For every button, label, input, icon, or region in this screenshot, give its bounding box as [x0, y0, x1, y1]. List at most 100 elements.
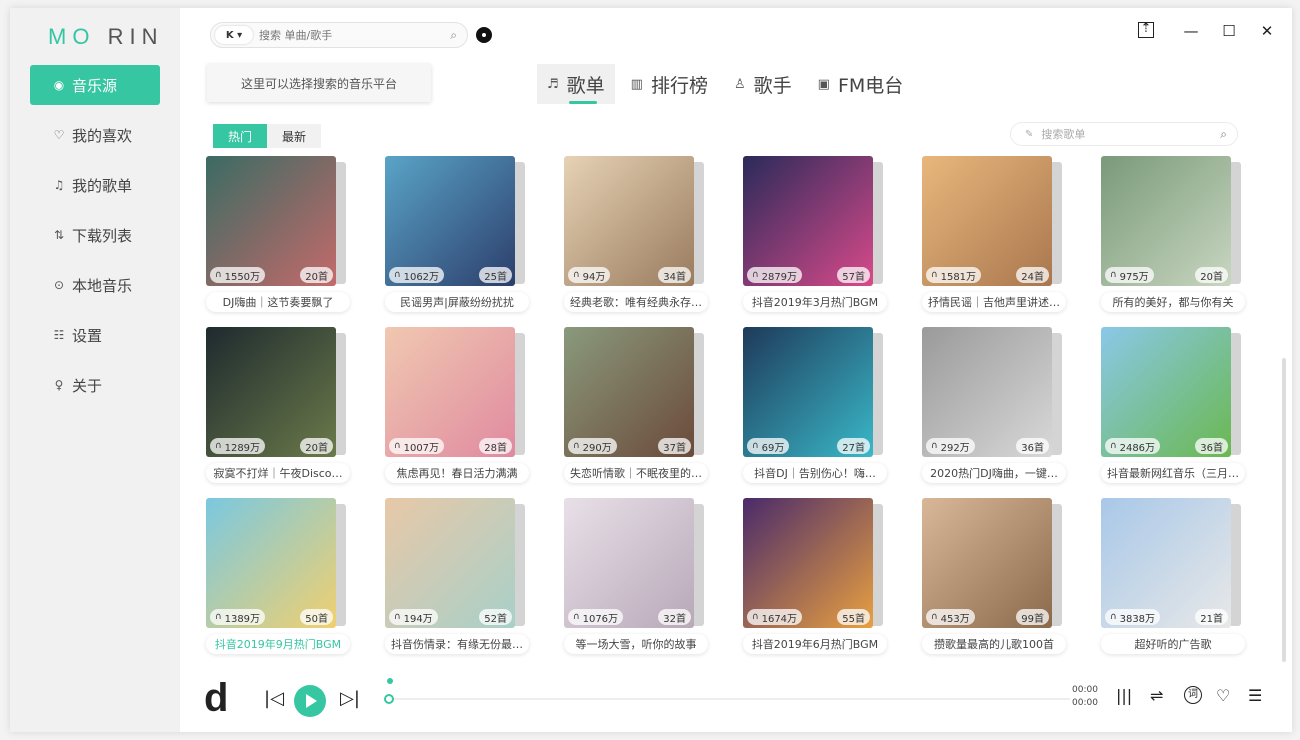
playlist-cover[interactable]: ∩ 290万 37首	[564, 327, 694, 457]
sidebar-item-1[interactable]: ♡ 我的喜欢	[30, 115, 160, 155]
playlist-card[interactable]: ∩ 1389万 50首抖音2019年9月热门BGM	[206, 498, 350, 654]
previous-icon[interactable]: |◁	[264, 688, 284, 709]
tab-1[interactable]: ▥ 排行榜	[621, 64, 718, 104]
playlist-card[interactable]: ∩ 1581万 24首 抒情民谣｜吉他声里讲述…	[922, 156, 1066, 312]
playlist-cover[interactable]: ∩ 1581万 24首	[922, 156, 1052, 286]
playlist-cover[interactable]: ∩ 2879万 57首	[743, 156, 873, 286]
sidebar-item-6[interactable]: ♀ 关于	[30, 365, 160, 405]
disc-icon[interactable]	[476, 27, 492, 43]
playlist-title[interactable]: 失恋听情歌｜不眠夜里的…	[564, 463, 708, 483]
playlist-title[interactable]: 2020热门DJ嗨曲，一键…	[922, 463, 1066, 483]
playlist-card[interactable]: ∩ 1076万 32首等一场大雪，听你的故事	[564, 498, 708, 654]
playlist-card[interactable]: ∩ 1674万 55首抖音2019年6月热门BGM	[743, 498, 887, 654]
tab-3[interactable]: ▣ FM电台	[808, 64, 914, 104]
play-count-badge: ∩ 1076万	[568, 609, 624, 625]
headphones-icon: ∩	[573, 270, 580, 280]
filter-new[interactable]: 最新	[267, 124, 321, 148]
sidebar-item-4[interactable]: ⊙ 本地音乐	[30, 265, 160, 305]
playlist-cover[interactable]: ∩ 292万 36首	[922, 327, 1052, 457]
playlist-title[interactable]: 抒情民谣｜吉他声里讲述…	[922, 292, 1066, 312]
sidebar-item-3[interactable]: ⇅ 下载列表	[30, 215, 160, 255]
playlist-queue-icon[interactable]: ☰	[1248, 686, 1262, 705]
playlist-card[interactable]: ∩ 975万 20首所有的美好，都与你有关	[1101, 156, 1245, 312]
playlist-cover[interactable]: ∩ 1007万 28首	[385, 327, 515, 457]
progress-knob[interactable]	[384, 694, 394, 704]
playlist-title[interactable]: 抖音DJ｜告别伤心！嗨…	[743, 463, 887, 483]
playlist-card[interactable]: ∩ 1062万 25首民谣男声|屏蔽纷纷扰扰	[385, 156, 529, 312]
playlist-title[interactable]: 所有的美好，都与你有关	[1101, 292, 1245, 312]
playlist-card[interactable]: ∩ 69万 27首抖音DJ｜告别伤心！嗨…	[743, 327, 887, 483]
playlist-title[interactable]: 等一场大雪，听你的故事	[564, 634, 708, 654]
playlist-cover[interactable]: ∩ 2486万 36首	[1101, 327, 1231, 457]
playlist-card[interactable]: ∩ 1007万 28首焦虑再见！春日活力满满	[385, 327, 529, 483]
heart-icon[interactable]: ♡	[1216, 686, 1230, 705]
play-count: 194万	[403, 613, 433, 625]
playlist-card[interactable]: ∩ 3838万 21首超好听的广告歌	[1101, 498, 1245, 654]
tab-0[interactable]: ♬ 歌单	[537, 64, 615, 104]
playlist-cover[interactable]: ∩ 94万 34首	[564, 156, 694, 286]
playlist-cover[interactable]: ∩ 1389万 50首	[206, 498, 336, 628]
playlist-cover[interactable]: ∩ 1674万 55首	[743, 498, 873, 628]
playlist-card[interactable]: ∩ 1550万 20首 DJ嗨曲｜这节奏要飘了	[206, 156, 350, 312]
disc-icon: ◉	[53, 78, 65, 92]
playlist-title[interactable]: 抖音2019年9月热门BGM	[206, 634, 350, 654]
playlist-cover[interactable]: ∩ 1550万 20首	[206, 156, 336, 286]
playlist-title[interactable]: 抖音2019年3月热门BGM	[743, 292, 887, 312]
playlist-cover[interactable]: ∩ 1076万 32首	[564, 498, 694, 628]
lyrics-button[interactable]: 词	[1184, 686, 1202, 704]
playlist-cover[interactable]: ∩ 453万 99首	[922, 498, 1052, 628]
filter-hot[interactable]: 热门	[213, 124, 267, 148]
sidebar-item-0[interactable]: ◉ 音乐源	[30, 65, 160, 105]
song-count-badge: 24首	[1016, 267, 1049, 283]
playlist-search[interactable]: ✎ 搜索歌单 ⌕	[1010, 122, 1238, 146]
playlist-card[interactable]: ∩ 2879万 57首抖音2019年3月热门BGM	[743, 156, 887, 312]
loop-icon[interactable]: ⇌	[1150, 686, 1163, 705]
playlist-title[interactable]: 民谣男声|屏蔽纷纷扰扰	[385, 292, 529, 312]
playlist-title[interactable]: 抖音最新网红音乐（三月…	[1101, 463, 1245, 483]
playlist-cover[interactable]: ∩ 69万 27首	[743, 327, 873, 457]
playlist-title[interactable]: DJ嗨曲｜这节奏要飘了	[206, 292, 350, 312]
playlist-cover[interactable]: ∩ 1289万 20首	[206, 327, 336, 457]
close-icon[interactable]: ✕	[1258, 22, 1276, 40]
waveform-icon[interactable]: |||	[1116, 686, 1132, 705]
play-count-badge: ∩ 1007万	[389, 438, 445, 454]
playlist-card[interactable]: ∩ 292万 36首 2020热门DJ嗨曲，一键…	[922, 327, 1066, 483]
minimize-icon[interactable]: —	[1182, 22, 1200, 40]
playlist-title[interactable]: 经典老歌：唯有经典永存…	[564, 292, 708, 312]
playlist-title[interactable]: 攒歌量最高的儿歌100首	[922, 634, 1066, 654]
platform-selector[interactable]: K ▾	[215, 26, 253, 44]
maximize-icon[interactable]: ☐	[1220, 22, 1238, 40]
playlist-card[interactable]: ∩ 1289万 20首寂寞不打烊｜午夜Disco…	[206, 327, 350, 483]
playlist-title[interactable]: 抖音2019年6月热门BGM	[743, 634, 887, 654]
sidebar-item-2[interactable]: ♫ 我的歌单	[30, 165, 160, 205]
playlist-title[interactable]: 焦虑再见！春日活力满满	[385, 463, 529, 483]
next-icon[interactable]: ▷|	[340, 688, 360, 709]
sidebar-nav: ◉ 音乐源 ♡ 我的喜欢 ♫ 我的歌单 ⇅ 下载列表 ⊙ 本地音乐 ☷ 设置 ♀ 关于	[30, 65, 160, 415]
search-icon[interactable]: ⌕	[1220, 127, 1227, 142]
playlist-card[interactable]: ∩ 194万 52首抖音伤情录：有缘无份最…	[385, 498, 529, 654]
pin-top-icon[interactable]: ⇡	[1138, 22, 1154, 38]
playlist-title[interactable]: 抖音伤情录：有缘无份最…	[385, 634, 529, 654]
sidebar-item-5[interactable]: ☷ 设置	[30, 315, 160, 355]
playlist-card[interactable]: ∩ 94万 34首经典老歌：唯有经典永存…	[564, 156, 708, 312]
headphones-icon: ∩	[752, 612, 759, 622]
play-button[interactable]	[294, 685, 326, 717]
search-input[interactable]	[259, 28, 429, 42]
tab-2[interactable]: ♙ 歌手	[724, 64, 802, 104]
playlist-cover[interactable]: ∩ 194万 52首	[385, 498, 515, 628]
playlist-title[interactable]: 寂寞不打烊｜午夜Disco…	[206, 463, 350, 483]
playlist-cover[interactable]: ∩ 975万 20首	[1101, 156, 1231, 286]
play-count: 1581万	[940, 271, 977, 283]
playlist-title[interactable]: 超好听的广告歌	[1101, 634, 1245, 654]
scrollbar[interactable]	[1282, 358, 1286, 662]
playlist-card[interactable]: ∩ 2486万 36首抖音最新网红音乐（三月…	[1101, 327, 1245, 483]
song-count-badge: 36首	[1016, 438, 1049, 454]
progress-bar[interactable]	[388, 698, 1070, 700]
playlist-card[interactable]: ∩ 290万 37首失恋听情歌｜不眠夜里的…	[564, 327, 708, 483]
playlist-card[interactable]: ∩ 453万 99首攒歌量最高的儿歌100首	[922, 498, 1066, 654]
search-icon[interactable]: ⌕	[450, 28, 457, 43]
play-count-badge: ∩ 975万	[1105, 267, 1154, 283]
song-count-badge: 20首	[300, 267, 333, 283]
playlist-cover[interactable]: ∩ 3838万 21首	[1101, 498, 1231, 628]
playlist-cover[interactable]: ∩ 1062万 25首	[385, 156, 515, 286]
